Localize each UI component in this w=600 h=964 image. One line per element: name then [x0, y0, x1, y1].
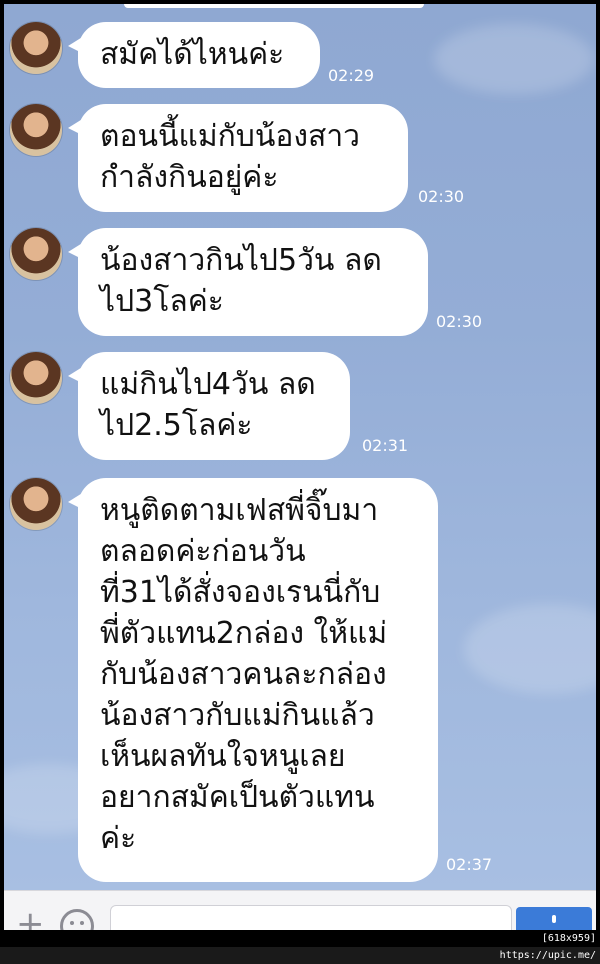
message-bubble[interactable]: ตอนนี้แม่กับน้องสาว กำลังกินอยู่ค่ะ	[78, 104, 408, 212]
avatar[interactable]	[10, 228, 62, 280]
sky-cloud	[434, 24, 594, 94]
avatar[interactable]	[10, 22, 62, 74]
message-time: 02:37	[446, 855, 493, 874]
message-bubble[interactable]: สมัคได้ไหนค่ะ	[78, 22, 320, 88]
message-time: 02:30	[436, 312, 483, 331]
smiley-icon[interactable]	[60, 909, 94, 930]
message-bubble[interactable]: แม่กินไป4วัน ลด ไป2.5โลค่ะ	[78, 352, 350, 460]
previous-bubble-edge	[124, 4, 424, 8]
message-bubble[interactable]: หนูติดตามเฟสพี่จิ๊บมา ตลอดค่ะก่อนวัน ที่…	[78, 478, 438, 882]
message-time: 02:29	[328, 66, 375, 85]
message-input[interactable]	[110, 905, 512, 930]
message-bubble[interactable]: น้องสาวกินไป5วัน ลด ไป3โลค่ะ	[78, 228, 428, 336]
plus-icon[interactable]: +	[16, 907, 45, 930]
chat-screen: สมัคได้ไหนค่ะ 02:29 ตอนนี้แม่กับน้องสาว …	[4, 4, 596, 930]
avatar[interactable]	[10, 104, 62, 156]
send-button[interactable]	[516, 907, 592, 930]
avatar[interactable]	[10, 352, 62, 404]
message-time: 02:31	[362, 436, 409, 455]
input-bar: +	[4, 890, 596, 930]
avatar[interactable]	[10, 478, 62, 530]
upic-watermark: [618x959] https://upic.me/	[444, 930, 600, 961]
sky-cloud	[464, 604, 596, 694]
screenshot-frame: สมัคได้ไหนค่ะ 02:29 ตอนนี้แม่กับน้องสาว …	[0, 0, 600, 947]
message-time: 02:30	[418, 187, 465, 206]
